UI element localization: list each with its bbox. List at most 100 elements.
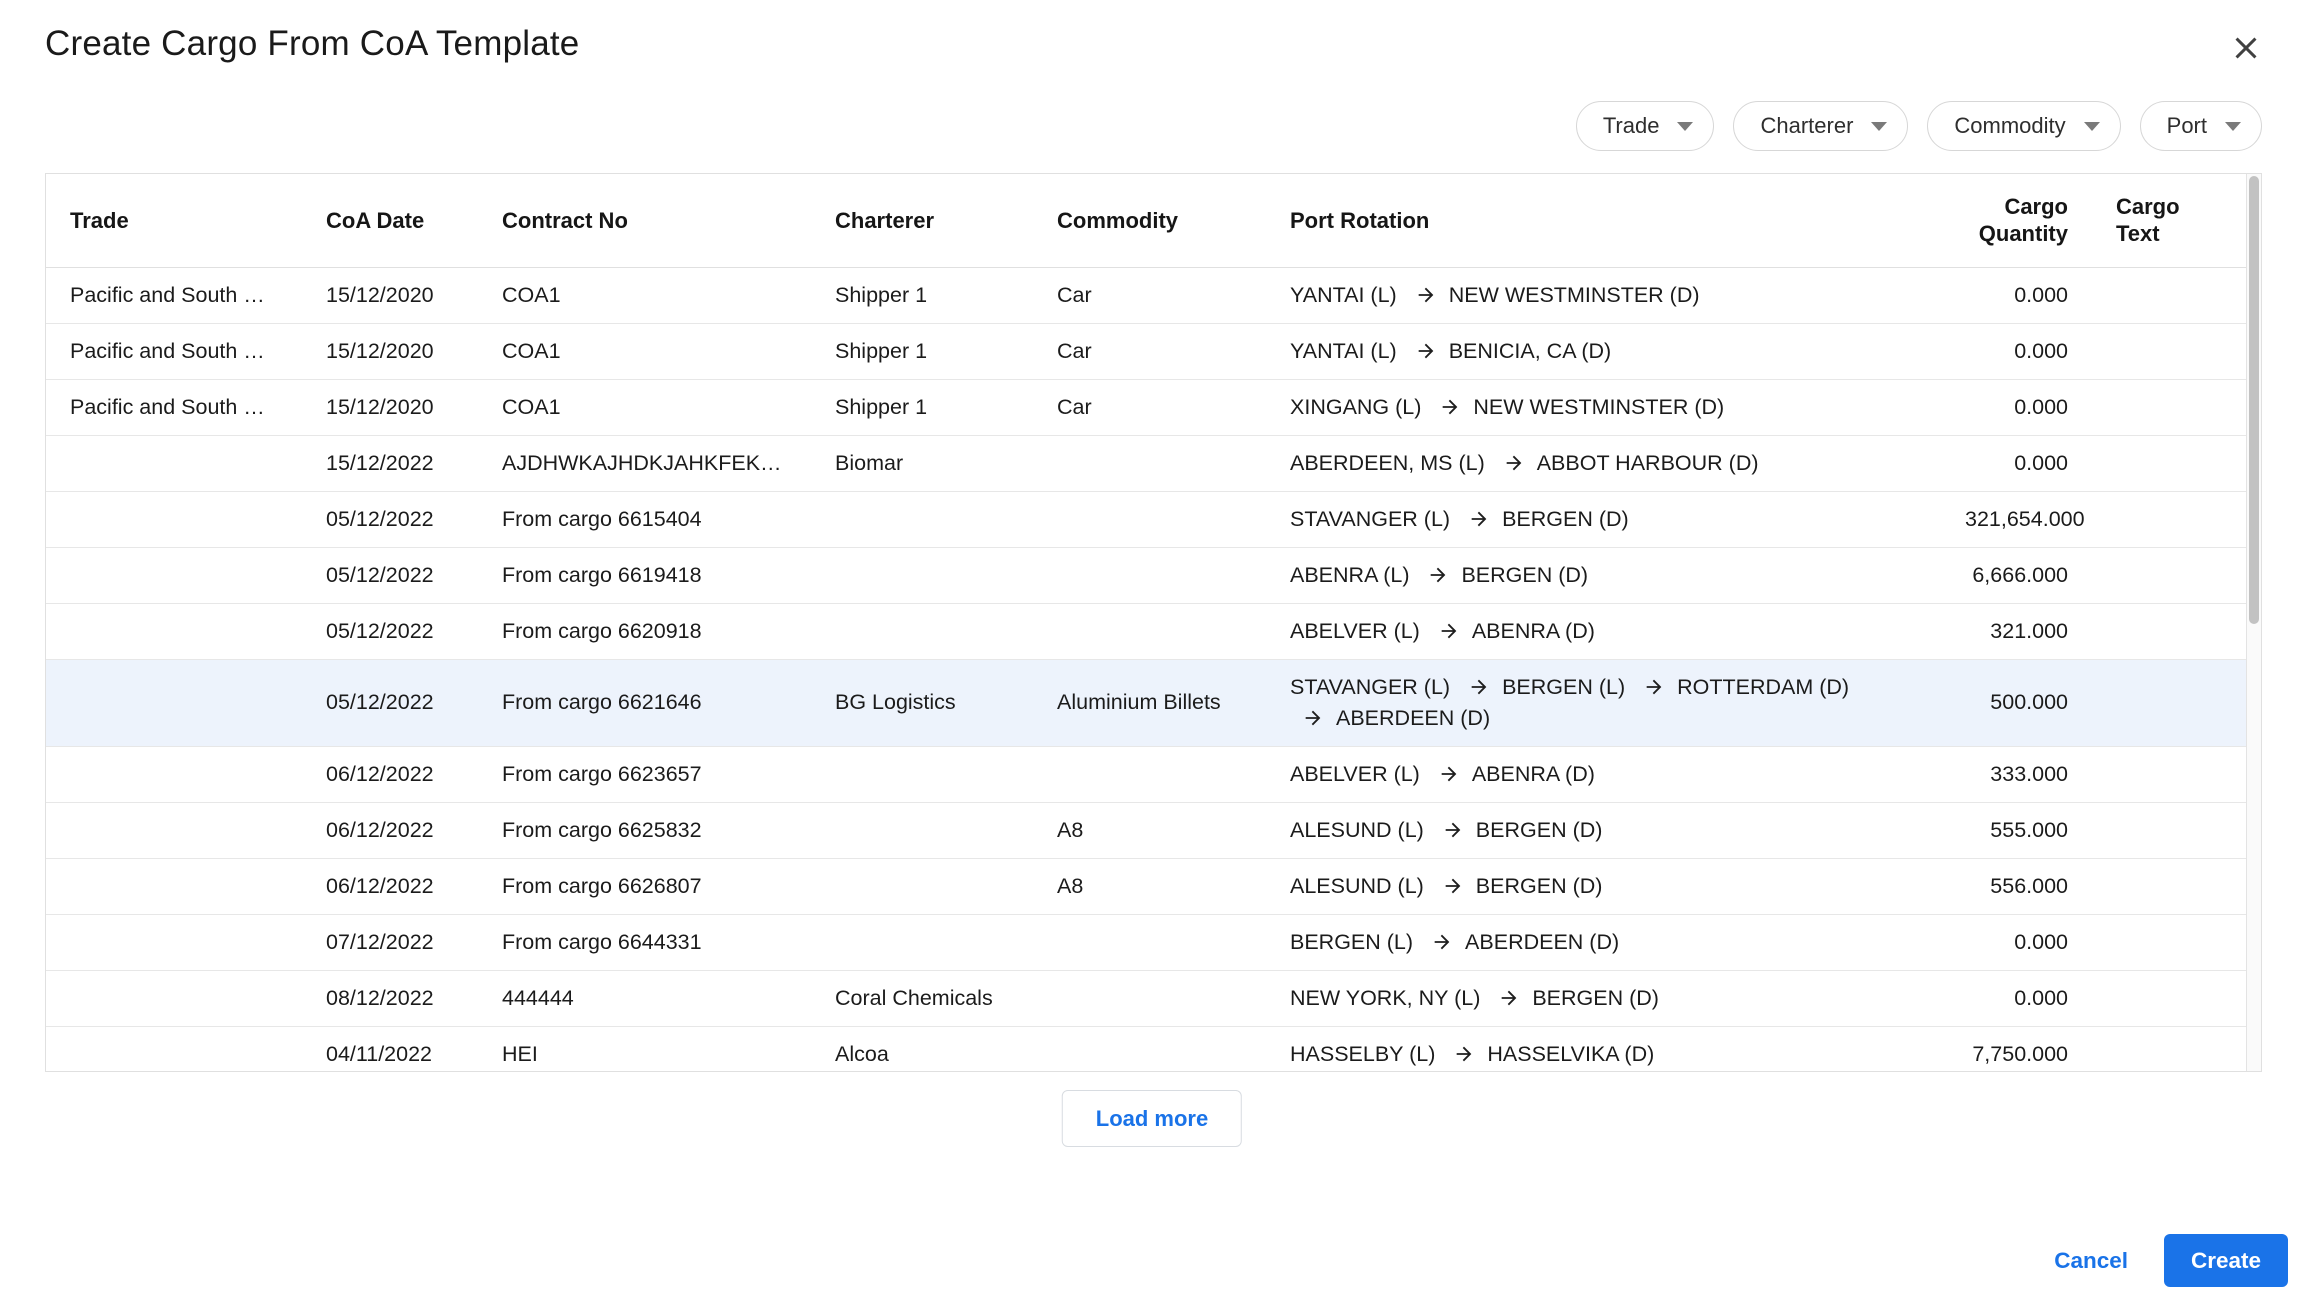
arrow-right-icon (1498, 987, 1520, 1009)
cell-commodity (1033, 914, 1266, 970)
port-name: BERGEN (D) (1476, 818, 1603, 842)
table-row[interactable]: 05/12/2022From cargo 6619418ABENRA (L) B… (46, 547, 2246, 603)
cell-commodity (1033, 970, 1266, 1026)
arrow-right-icon (1431, 931, 1453, 953)
table-row[interactable]: Pacific and South …15/12/2020COA1Shipper… (46, 323, 2246, 379)
cell-contract-no: From cargo 6644331 (478, 914, 811, 970)
port-name: ALESUND (L) (1290, 818, 1424, 842)
port-segment: BERGEN (D) (1415, 563, 1588, 587)
port-name: YANTAI (L) (1290, 283, 1397, 307)
cell-cargo-quantity: 0.000 (1941, 323, 2092, 379)
port-name: BERGEN (D) (1461, 563, 1588, 587)
port-name: NEW YORK, NY (L) (1290, 986, 1480, 1010)
cell-port-rotation: ALESUND (L) BERGEN (D) (1266, 802, 1941, 858)
cell-coa-date: 04/11/2022 (302, 1026, 478, 1072)
cell-port-rotation: ABELVER (L) ABENRA (D) (1266, 746, 1941, 802)
cell-port-rotation: ABENRA (L) BERGEN (D) (1266, 547, 1941, 603)
table-row[interactable]: 07/12/2022From cargo 6644331BERGEN (L) A… (46, 914, 2246, 970)
cell-coa-date: 15/12/2022 (302, 435, 478, 491)
cell-trade: Pacific and South … (46, 267, 302, 323)
port-name: YANTAI (L) (1290, 339, 1397, 363)
port-name: BERGEN (D) (1502, 507, 1629, 531)
cell-charterer: Alcoa (811, 1026, 1033, 1072)
cell-charterer: Shipper 1 (811, 379, 1033, 435)
port-segment: HASSELVIKA (D) (1441, 1042, 1654, 1066)
port-name: ABERDEEN (D) (1465, 930, 1619, 954)
cell-cargo-quantity: 500.000 (1941, 659, 2092, 746)
filter-commodity-label: Commodity (1954, 113, 2065, 139)
port-name: BENICIA, CA (D) (1449, 339, 1611, 363)
cell-charterer (811, 603, 1033, 659)
cell-trade (46, 547, 302, 603)
close-icon (2228, 30, 2264, 66)
port-name: ABENRA (D) (1472, 762, 1595, 786)
port-segment: BERGEN (D) (1456, 507, 1629, 531)
filter-trade[interactable]: Trade (1576, 101, 1715, 151)
cell-cargo-text (2092, 491, 2246, 547)
cell-charterer (811, 802, 1033, 858)
port-segment: ROTTERDAM (D) (1631, 675, 1849, 699)
cell-charterer: BG Logistics (811, 659, 1033, 746)
table-row[interactable]: 15/12/2022AJDHWKAJHDKJAHKFEK…BiomarABERD… (46, 435, 2246, 491)
table-row[interactable]: 08/12/2022444444Coral ChemicalsNEW YORK,… (46, 970, 2246, 1026)
table-body: Pacific and South …15/12/2020COA1Shipper… (46, 267, 2246, 1072)
load-more-button[interactable]: Load more (1062, 1090, 1242, 1147)
cell-commodity (1033, 547, 1266, 603)
cell-port-rotation: ABERDEEN, MS (L) ABBOT HARBOUR (D) (1266, 435, 1941, 491)
cell-commodity (1033, 491, 1266, 547)
dropdown-arrow-icon (2225, 122, 2241, 131)
arrow-right-icon (1415, 284, 1437, 306)
close-button[interactable] (2224, 26, 2268, 70)
cell-commodity: Aluminium Billets (1033, 659, 1266, 746)
port-segment: BERGEN (D) (1430, 818, 1603, 842)
port-name: BERGEN (D) (1476, 874, 1603, 898)
table-row[interactable]: 05/12/2022From cargo 6620918ABELVER (L) … (46, 603, 2246, 659)
table-row[interactable]: 05/12/2022From cargo 6615404STAVANGER (L… (46, 491, 2246, 547)
cell-charterer: Biomar (811, 435, 1033, 491)
port-name: BERGEN (L) (1290, 930, 1413, 954)
cell-contract-no: From cargo 6623657 (478, 746, 811, 802)
cell-commodity (1033, 746, 1266, 802)
cell-cargo-text (2092, 379, 2246, 435)
cell-cargo-quantity: 321.000 (1941, 603, 2092, 659)
arrow-right-icon (1302, 707, 1324, 729)
table-scrollbar[interactable] (2246, 174, 2261, 1071)
filter-trade-label: Trade (1603, 113, 1660, 139)
column-header-charterer: Charterer (811, 174, 1033, 267)
cell-cargo-quantity: 333.000 (1941, 746, 2092, 802)
arrow-right-icon (1427, 564, 1449, 586)
cell-port-rotation: NEW YORK, NY (L) BERGEN (D) (1266, 970, 1941, 1026)
cell-cargo-quantity: 6,666.000 (1941, 547, 2092, 603)
table-row[interactable]: 05/12/2022From cargo 6621646BG Logistics… (46, 659, 2246, 746)
table-row[interactable]: 06/12/2022From cargo 6623657ABELVER (L) … (46, 746, 2246, 802)
create-button[interactable]: Create (2164, 1234, 2288, 1287)
cell-cargo-text (2092, 435, 2246, 491)
filter-port[interactable]: Port (2140, 101, 2262, 151)
port-segment: BERGEN (L) (1456, 675, 1625, 699)
table-row[interactable]: 06/12/2022From cargo 6626807A8ALESUND (L… (46, 858, 2246, 914)
filter-commodity[interactable]: Commodity (1927, 101, 2120, 151)
cell-cargo-quantity: 0.000 (1941, 914, 2092, 970)
dropdown-arrow-icon (2084, 122, 2100, 131)
table-row[interactable]: 04/11/2022HEIAlcoaHASSELBY (L) HASSELVIK… (46, 1026, 2246, 1072)
cancel-button[interactable]: Cancel (2054, 1234, 2128, 1287)
cell-charterer (811, 858, 1033, 914)
column-header-port-rotation: Port Rotation (1266, 174, 1941, 267)
cell-cargo-quantity: 0.000 (1941, 267, 2092, 323)
cell-coa-date: 06/12/2022 (302, 802, 478, 858)
table-row[interactable]: Pacific and South …15/12/2020COA1Shipper… (46, 267, 2246, 323)
cell-trade (46, 491, 302, 547)
cell-trade (46, 659, 302, 746)
arrow-right-icon (1442, 819, 1464, 841)
cell-contract-no: From cargo 6619418 (478, 547, 811, 603)
port-name: ABELVER (L) (1290, 619, 1420, 643)
cell-cargo-quantity: 0.000 (1941, 379, 2092, 435)
scrollbar-thumb[interactable] (2249, 176, 2259, 624)
filter-charterer[interactable]: Charterer (1733, 101, 1908, 151)
table-row[interactable]: Pacific and South …15/12/2020COA1Shipper… (46, 379, 2246, 435)
port-name: STAVANGER (L) (1290, 507, 1450, 531)
cell-commodity: Car (1033, 323, 1266, 379)
port-name: HASSELBY (L) (1290, 1042, 1435, 1066)
port-name: NEW WESTMINSTER (D) (1449, 283, 1700, 307)
table-row[interactable]: 06/12/2022From cargo 6625832A8ALESUND (L… (46, 802, 2246, 858)
